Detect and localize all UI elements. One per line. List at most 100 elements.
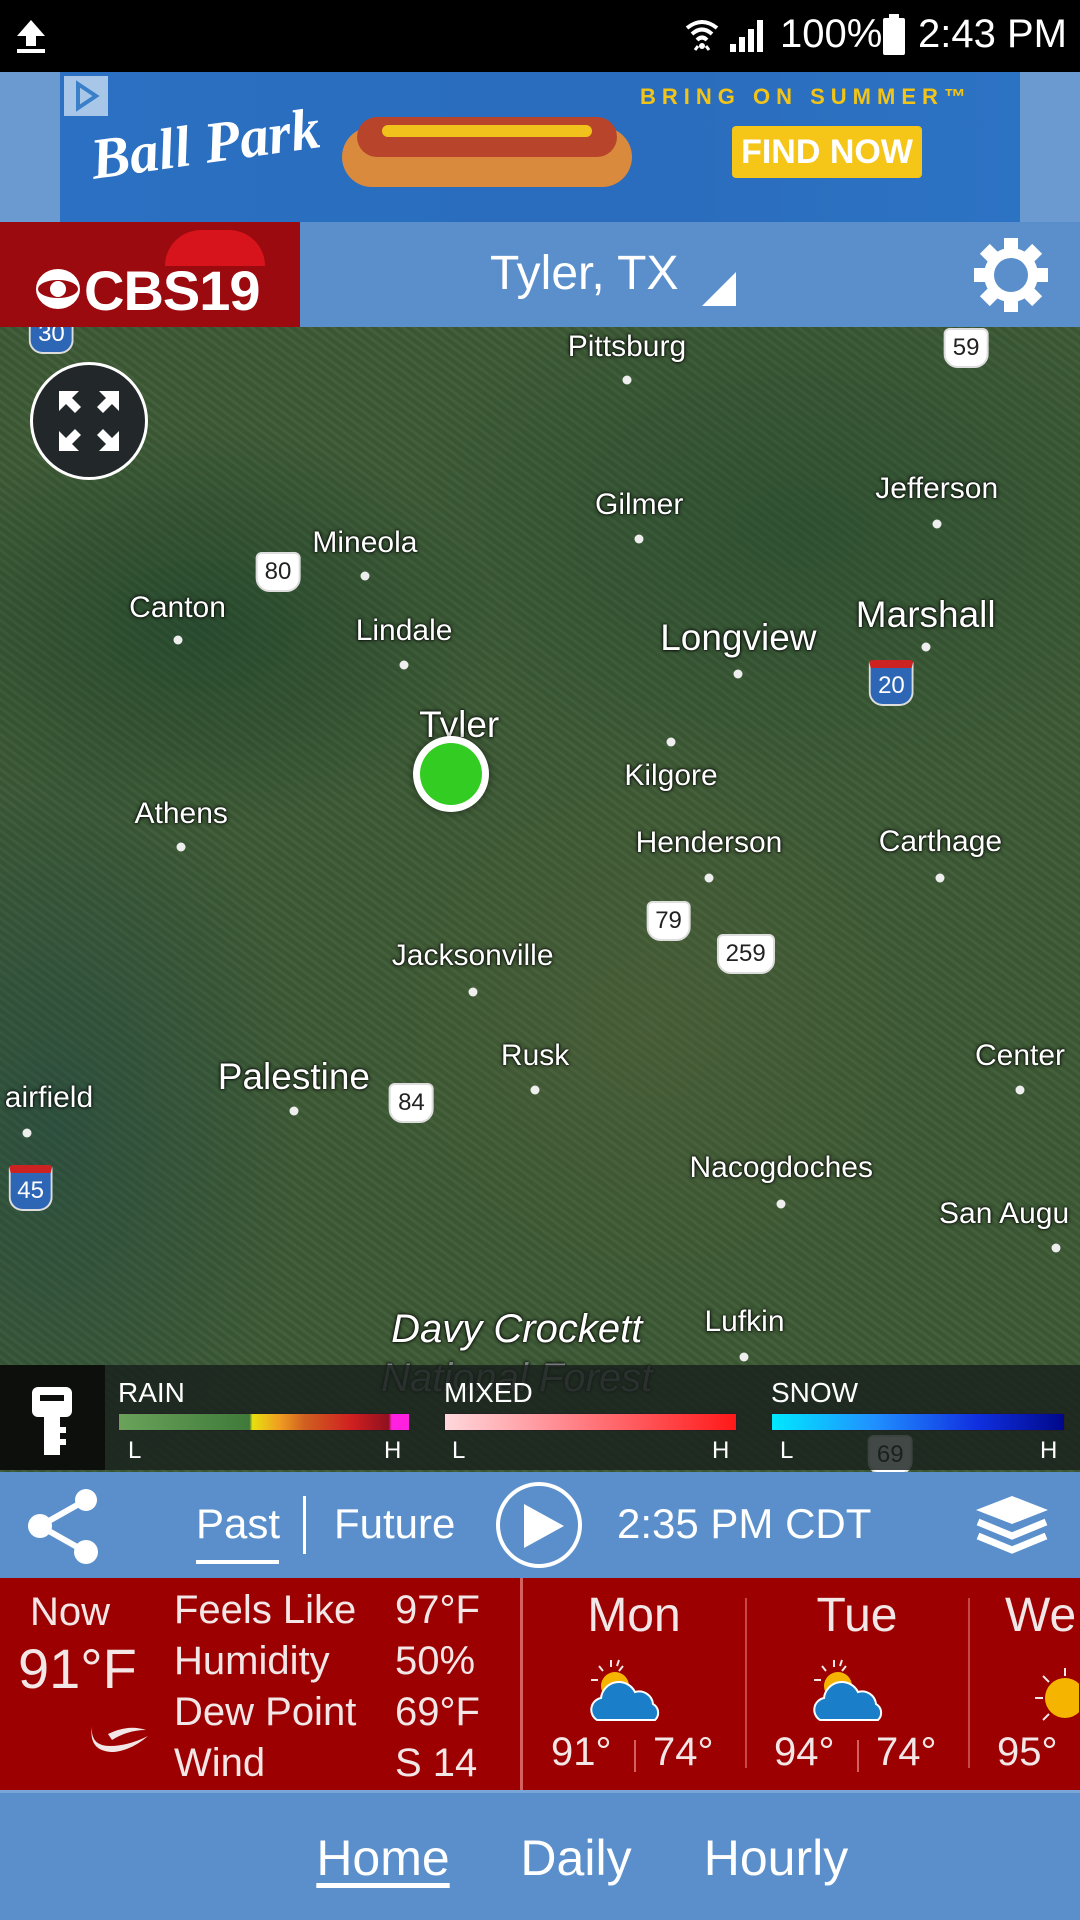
city-label: Palestine <box>217 1056 370 1098</box>
mixed-low: L <box>452 1437 466 1464</box>
fullscreen-button[interactable] <box>30 362 148 480</box>
condition-value: S 14 <box>395 1741 478 1785</box>
upload-icon <box>17 20 45 53</box>
rain-label: RAIN <box>118 1377 185 1408</box>
wifi-icon <box>685 20 719 51</box>
mixed-label: MIXED <box>444 1377 533 1408</box>
city-label: Pittsburg <box>567 330 687 364</box>
play-button[interactable] <box>496 1482 582 1568</box>
status-bar: 100% 2:43 PM <box>0 0 1080 72</box>
radar-map[interactable]: Pittsburg Gilmer Jefferson Mineola Canton Lin… <box>0 327 1080 1472</box>
city-dot <box>1015 1085 1025 1095</box>
dropdown-triangle-icon[interactable] <box>702 272 736 306</box>
city-dot <box>399 660 409 670</box>
condition-value: 97°F <box>395 1588 480 1632</box>
city-dot <box>921 642 931 652</box>
cbs19-logo[interactable]: CBS19 <box>0 222 300 327</box>
current-location-marker[interactable] <box>413 736 489 812</box>
city-dot <box>666 737 676 747</box>
expand-icon <box>59 391 119 451</box>
forecast-day[interactable]: Tue 94° 74° <box>746 1578 968 1790</box>
active-tab-underline <box>196 1560 279 1564</box>
highway-shield: 20 <box>869 660 914 707</box>
city-dot <box>176 842 186 852</box>
city-dot <box>173 635 183 645</box>
current-conditions-panel: Now 91°F Feels Like 97°F Humidity 50% Dew Po… <box>0 1578 1080 1790</box>
layers-icon[interactable] <box>974 1494 1050 1554</box>
location-selector[interactable]: Tyler, TX <box>490 246 679 301</box>
share-icon[interactable] <box>26 1488 100 1564</box>
city-label: airfield <box>4 1080 94 1114</box>
city-label: Center <box>974 1039 1066 1073</box>
highway-shield: 30 <box>29 327 74 354</box>
condition-label: Wind <box>174 1741 266 1785</box>
city-label: San Augu <box>939 1197 1070 1231</box>
highway-shield: 259 <box>716 933 775 974</box>
city-label: Longview <box>660 616 817 658</box>
location-label: Tyler, TX <box>490 247 679 300</box>
high-temp: 91° <box>551 1730 612 1774</box>
rain-low: L <box>128 1437 142 1464</box>
city-dot <box>739 1352 749 1362</box>
city-dot <box>776 1199 786 1209</box>
snow-high: H <box>1040 1437 1058 1464</box>
snow-label: SNOW <box>771 1377 859 1408</box>
radar-timestamp: 2:35 PM CDT <box>617 1500 872 1547</box>
city-label: Nacogdoches <box>689 1150 873 1184</box>
city-label: Mineola <box>312 526 418 560</box>
city-label: Athens <box>134 796 228 830</box>
adchoices-icon[interactable] <box>64 76 108 116</box>
battery-icon <box>883 14 905 55</box>
rain-scale <box>118 1413 410 1431</box>
condition-value: 69°F <box>395 1690 480 1734</box>
low-temp: 74° <box>653 1730 714 1774</box>
city-label: Carthage <box>878 824 1003 858</box>
find-now-button[interactable]: FIND NOW <box>732 126 922 178</box>
city-dot <box>622 375 632 385</box>
play-icon <box>524 1504 564 1548</box>
condition-label: Feels Like <box>174 1588 357 1632</box>
forecast-day[interactable]: Mon 91° 74° <box>523 1578 745 1790</box>
day-name: Mon <box>587 1589 681 1642</box>
ad-creative[interactable]: Ball Park BRING ON SUMMER™ FIND NOW <box>60 72 1020 222</box>
settings-gear-icon[interactable] <box>972 236 1050 314</box>
city-label: Kilgore <box>624 758 718 792</box>
city-dot <box>932 519 942 529</box>
nav-hourly[interactable]: Hourly <box>704 1829 848 1887</box>
highway-shield: 45 <box>8 1164 53 1211</box>
city-dot <box>935 873 945 883</box>
radar-legend: RAIN L H MIXED L H SNOW L H <box>0 1365 1080 1470</box>
legend-key-button[interactable] <box>0 1365 105 1470</box>
logo-text: CBS19 <box>84 259 261 322</box>
rain-high: H <box>384 1437 402 1464</box>
city-dot <box>634 534 644 544</box>
city-dot <box>468 987 478 997</box>
ad-banner[interactable]: Ball Park BRING ON SUMMER™ FIND NOW <box>0 72 1080 222</box>
city-dot <box>360 571 370 581</box>
mixed-scale <box>444 1413 737 1431</box>
battery-percent: 100% <box>780 12 883 56</box>
city-label: Canton <box>129 591 226 625</box>
clock: 2:43 PM <box>918 12 1067 56</box>
nav-home[interactable]: Home <box>316 1829 449 1887</box>
city-label: Jefferson <box>875 472 999 506</box>
forest-label: Davy Crockett <box>391 1307 643 1352</box>
tab-past[interactable]: Past <box>196 1500 280 1548</box>
temp-divider <box>857 1740 859 1772</box>
city-dot <box>704 873 714 883</box>
hotdog-image <box>342 107 632 192</box>
bottom-nav: Home Daily Hourly <box>0 1790 1080 1920</box>
nav-daily[interactable]: Daily <box>520 1829 631 1887</box>
forecast-day[interactable]: We 95° <box>969 1578 1080 1790</box>
app-header: CBS19 Tyler, TX <box>0 222 1080 327</box>
highway-shield: 59 <box>943 327 989 368</box>
snow-low: L <box>780 1437 794 1464</box>
city-label: Henderson <box>635 826 783 860</box>
ad-tagline: BRING ON SUMMER™ <box>640 84 972 109</box>
tab-future[interactable]: Future <box>334 1500 455 1548</box>
day-name: We <box>1005 1589 1077 1642</box>
tab-divider <box>303 1496 306 1554</box>
city-label: Rusk <box>500 1039 570 1073</box>
partly-cloudy-icon <box>813 1659 883 1721</box>
high-temp: 95° <box>997 1730 1058 1774</box>
